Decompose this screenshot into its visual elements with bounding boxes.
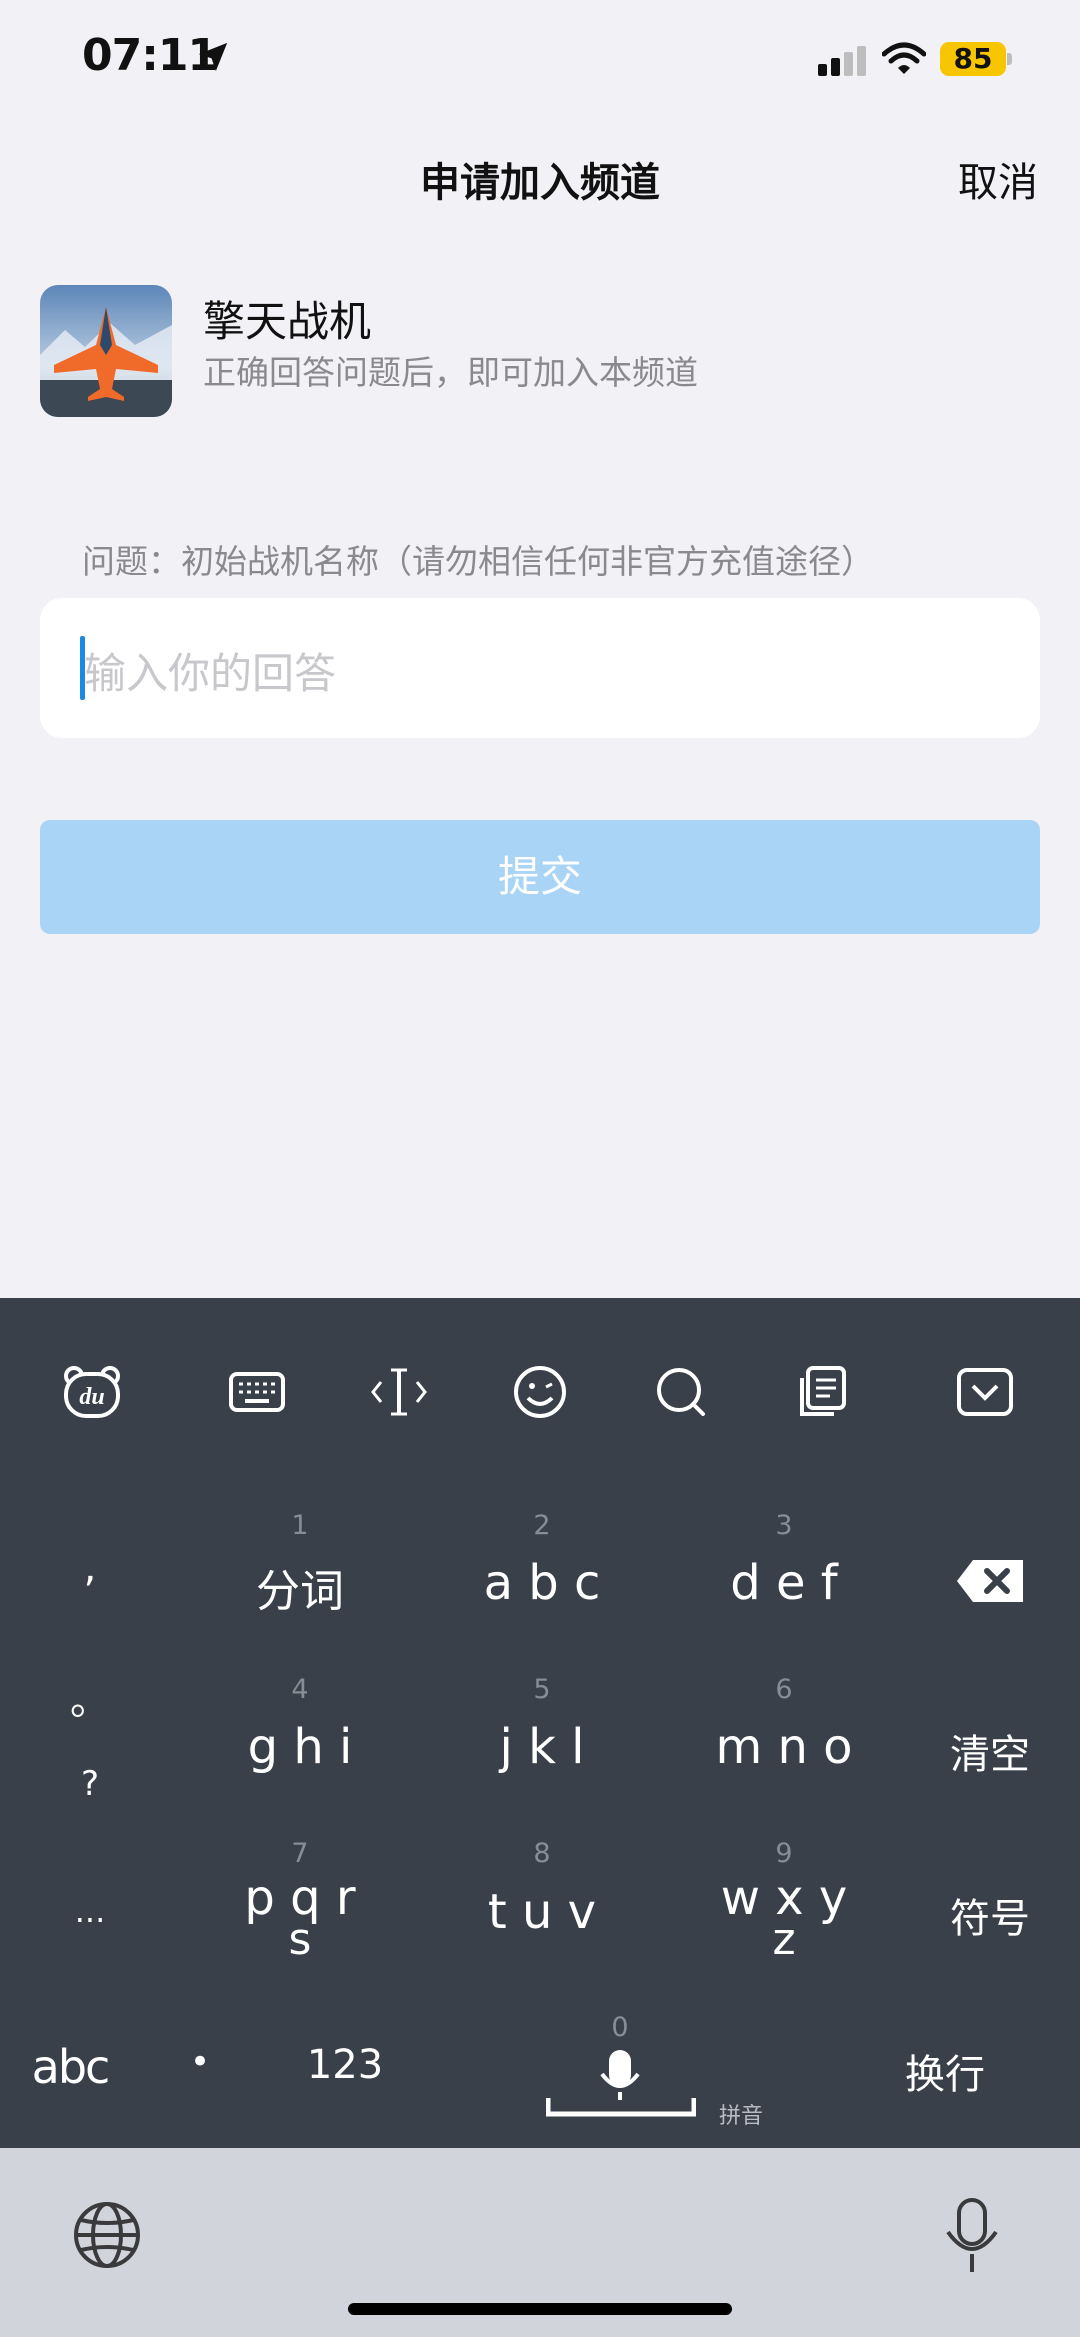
key-clear[interactable]: 清空 xyxy=(930,1722,1050,1780)
answer-placeholder: 输入你的回答 xyxy=(84,649,337,698)
key-num-5: 5 xyxy=(533,1674,551,1705)
space-mic-key[interactable] xyxy=(546,2046,696,2118)
du-bear-icon[interactable]: du xyxy=(60,1360,124,1424)
key-def[interactable]: d e f xyxy=(664,1555,904,1611)
key-123[interactable]: 123 xyxy=(285,2042,405,2088)
key-ellipsis[interactable]: ... xyxy=(60,1892,120,1930)
svg-text:du: du xyxy=(79,1384,104,1410)
cursor-move-icon[interactable] xyxy=(367,1360,431,1424)
key-num-2: 2 xyxy=(533,1510,551,1541)
key-num-0: 0 xyxy=(611,2012,629,2043)
collapse-keyboard-icon[interactable] xyxy=(953,1360,1017,1424)
key-pqrs-s: s xyxy=(288,1914,312,1965)
channel-avatar xyxy=(40,285,172,417)
key-wxyz-z: z xyxy=(772,1914,796,1965)
dictation-mic-icon[interactable] xyxy=(940,2196,1004,2276)
battery-cap xyxy=(1007,53,1012,65)
key-symbol[interactable]: 符号 xyxy=(930,1886,1050,1944)
pinyin-label: 拼音 xyxy=(718,2104,763,2129)
key-num-4: 4 xyxy=(291,1674,309,1705)
emoji-icon[interactable] xyxy=(508,1360,572,1424)
key-fenci[interactable]: 分词 xyxy=(180,1555,420,1619)
channel-name: 擎天战机 xyxy=(203,297,372,346)
key-num-3: 3 xyxy=(775,1510,793,1541)
wifi-icon xyxy=(882,42,926,74)
delete-icon[interactable] xyxy=(955,1558,1025,1604)
cancel-button[interactable]: 取消 xyxy=(958,150,1038,208)
question-label: 问题：初始战机名称（请勿相信任何非官方充值途径） xyxy=(82,542,874,581)
key-tuv[interactable]: t u v xyxy=(422,1884,662,1940)
search-icon[interactable] xyxy=(649,1360,713,1424)
key-period[interactable]: 。 xyxy=(60,1668,120,1726)
key-abc-mode[interactable]: abc xyxy=(20,2040,120,2094)
home-indicator xyxy=(348,2303,732,2315)
key-mno[interactable]: m n o xyxy=(664,1719,904,1775)
cellular-signal-icon xyxy=(818,46,866,76)
key-ghi[interactable]: g h i xyxy=(180,1719,420,1775)
channel-subtitle: 正确回答问题后，即可加入本频道 xyxy=(203,353,698,392)
key-num-9: 9 xyxy=(775,1838,793,1869)
key-num-6: 6 xyxy=(775,1674,793,1705)
key-enter[interactable]: 换行 xyxy=(880,2042,1010,2100)
battery-level: 85 xyxy=(940,42,1006,76)
key-num-1: 1 xyxy=(291,1510,309,1541)
key-dot[interactable]: • xyxy=(175,2042,225,2082)
key-abc[interactable]: a b c xyxy=(422,1555,662,1611)
key-num-7: 7 xyxy=(291,1838,309,1869)
key-question[interactable]: ? xyxy=(60,1764,120,1804)
key-jkl[interactable]: j k l xyxy=(422,1719,662,1775)
key-num-8: 8 xyxy=(533,1838,551,1869)
globe-icon[interactable] xyxy=(72,2200,142,2270)
key-comma[interactable]: , xyxy=(60,1545,120,1591)
page-title: 申请加入频道 xyxy=(420,160,660,206)
keyboard-icon[interactable] xyxy=(225,1360,289,1424)
submit-button[interactable]: 提交 xyxy=(40,820,1040,934)
location-arrow-icon xyxy=(198,42,228,72)
clipboard-icon[interactable] xyxy=(790,1360,854,1424)
